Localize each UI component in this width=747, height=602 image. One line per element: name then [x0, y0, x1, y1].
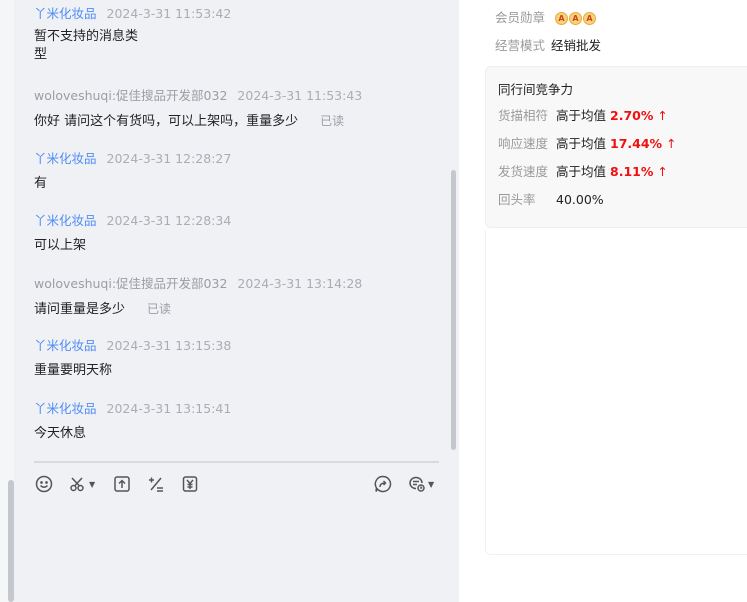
message-time: 2024-3-31 11:53:42: [106, 6, 232, 21]
coupon-button[interactable]: [181, 474, 199, 494]
metric-label: 发货速度: [498, 164, 549, 179]
medal-badge-icon: A: [582, 12, 596, 25]
quick-reply-button[interactable]: ▼: [408, 474, 434, 494]
info-card-body: [485, 230, 747, 555]
message-text: 暂不支持的消息类 型: [34, 29, 139, 62]
medal-badge-icon: A: [568, 12, 582, 25]
yuan-coupon-icon: [182, 476, 198, 492]
chevron-down-icon: ▼: [428, 479, 435, 489]
repeat-rate-row: 回头率 40.00%: [498, 189, 604, 208]
medal-label: 会员勋章: [495, 10, 546, 25]
screenshot-button[interactable]: ▼: [69, 474, 95, 494]
emoji-button[interactable]: [35, 474, 53, 494]
message-time: 2024-3-31 12:28:27: [106, 151, 232, 166]
arrow-up-icon: ↑: [657, 164, 668, 179]
sender-name[interactable]: woloveshuqi:促佳搜品开发部032: [34, 276, 227, 291]
message: woloveshuqi:促佳搜品开发部032 2024-3-31 13:14:28…: [34, 273, 362, 319]
upload-icon: [114, 476, 130, 492]
arrow-up-icon: ↑: [666, 136, 677, 151]
chevron-down-icon: ▼: [89, 479, 96, 489]
shop-info-panel: 会员勋章 AAA 经营模式 经销批发 同行间竞争力 货描相符 高于均值 2.70% …: [460, 0, 747, 602]
competitiveness-row: 发货速度 高于均值 8.11% ↑: [498, 161, 668, 180]
sender-name[interactable]: woloveshuqi:促佳搜品开发部032: [34, 88, 227, 103]
metric-label: 响应速度: [498, 136, 549, 151]
message-text: 可以上架: [34, 238, 87, 253]
medal-badge-icon: A: [554, 12, 568, 25]
calculator-icon: [149, 477, 163, 492]
competitiveness-row: 货描相符 高于均值 2.70% ↑: [498, 105, 668, 124]
calculator-button[interactable]: [147, 474, 165, 494]
message-text: 今天休息: [34, 426, 87, 441]
message-time: 2024-3-31 13:15:38: [106, 338, 232, 353]
metric-prefix: 高于均值: [556, 164, 607, 179]
arrow-up-icon: ↑: [657, 108, 668, 123]
metric-prefix: 高于均值: [556, 108, 607, 123]
share-button[interactable]: [374, 474, 392, 494]
emoji-icon: [35, 475, 53, 493]
read-status: 已读: [147, 302, 172, 316]
message: 丫米化妆品 2024-3-31 12:28:34 可以上架: [34, 210, 231, 255]
mode-value: 经销批发: [551, 38, 602, 53]
message-text: 重量要明天称: [34, 363, 113, 378]
message: 丫米化妆品 2024-3-31 13:15:41 今天休息: [34, 398, 231, 443]
message-time: 2024-3-31 11:53:43: [237, 88, 363, 103]
input-divider: [34, 461, 439, 463]
read-status: 已读: [320, 114, 345, 128]
message: 丫米化妆品 2024-3-31 11:53:42 暂不支持的消息类 型: [34, 3, 231, 64]
metric-value: 2.70%: [610, 108, 654, 123]
sender-name[interactable]: 丫米化妆品: [34, 338, 97, 353]
card-title: 同行间竞争力: [498, 82, 574, 97]
competitiveness-card: 同行间竞争力 货描相符 高于均值 2.70% ↑ 响应速度 高于均值 17.44% …: [485, 66, 747, 228]
scissors-icon: [70, 477, 84, 492]
upload-button[interactable]: [113, 474, 131, 494]
message: 丫米化妆品 2024-3-31 13:15:38 重量要明天称: [34, 335, 231, 380]
repeat-value: 40.00%: [556, 192, 604, 207]
sender-name[interactable]: 丫米化妆品: [34, 6, 97, 21]
message-time: 2024-3-31 13:14:28: [237, 276, 363, 291]
mode-label: 经营模式: [495, 38, 546, 53]
metric-label: 货描相符: [498, 108, 549, 123]
sender-name[interactable]: 丫米化妆品: [34, 151, 97, 166]
message: woloveshuqi:促佳搜品开发部032 2024-3-31 11:53:43…: [34, 85, 362, 131]
quick-reply-icon: [409, 476, 425, 492]
metric-prefix: 高于均值: [556, 136, 607, 151]
message: 丫米化妆品 2024-3-31 12:28:27 有: [34, 148, 231, 193]
repeat-label: 回头率: [498, 192, 536, 207]
chat-scrollbar[interactable]: [451, 170, 456, 450]
metric-value: 17.44%: [610, 136, 663, 151]
member-medal-row: 会员勋章 AAA: [495, 7, 597, 26]
sender-name[interactable]: 丫米化妆品: [34, 401, 97, 416]
message-time: 2024-3-31 13:15:41: [106, 401, 232, 416]
message-text: 有: [34, 176, 48, 191]
message-time: 2024-3-31 12:28:34: [106, 213, 232, 228]
metric-value: 8.11%: [610, 164, 654, 179]
sender-name[interactable]: 丫米化妆品: [34, 213, 97, 228]
message-text: 请问重量是多少: [34, 302, 126, 317]
message-text: 你好 请问这个有货吗，可以上架吗，重量多少: [34, 114, 299, 129]
business-mode-row: 经营模式 经销批发: [495, 35, 601, 54]
competitiveness-row: 响应速度 高于均值 17.44% ↑: [498, 133, 677, 152]
share-icon: [374, 475, 392, 493]
chat-panel: 丫米化妆品 2024-3-31 11:53:42 暂不支持的消息类 型 wolov…: [14, 0, 459, 602]
